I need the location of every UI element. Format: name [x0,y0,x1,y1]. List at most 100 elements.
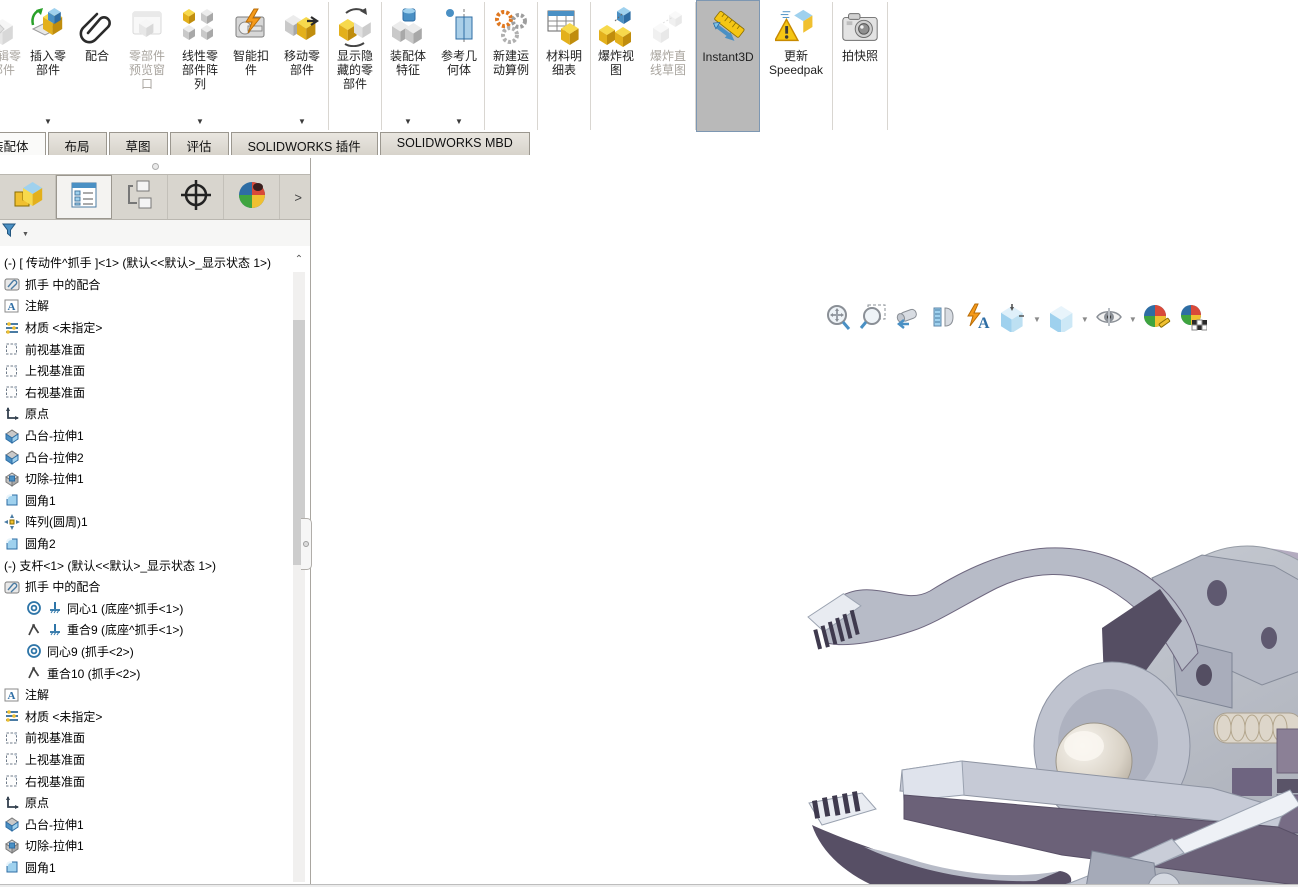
zoom-to-area-icon [858,302,888,337]
panel-splitter-handle[interactable] [301,518,312,570]
display-style-button[interactable] [1045,304,1077,334]
assembly-features-dropdown-caret[interactable]: ▼ [404,117,412,126]
reference-geometry-button[interactable]: 参考几 何体 ▼ [434,0,484,132]
assembly-features-button[interactable]: 装配体 特征 ▼ [382,0,434,132]
tree-row[interactable]: A 注解 [0,295,292,317]
linear-pattern-button[interactable]: 线性零 部件阵 列 ▼ [174,0,226,132]
insert-component-button[interactable]: 插入零 部件 ▼ [22,0,74,132]
section-view-button[interactable] [927,304,959,334]
hide-show-items-dropdown-caret[interactable]: ▼ [1129,315,1137,324]
move-component-button[interactable]: 移动零 部件 ▼ [276,0,328,132]
tree-item-label: 凸台-拉伸1 [25,817,84,832]
update-speedpak-button[interactable]: 更新 Speedpak [760,0,832,132]
linear-pattern-dropdown-caret[interactable]: ▼ [196,117,204,126]
scrollbar-track[interactable] [293,272,305,882]
boss-extrude-icon [3,816,21,833]
tree-row[interactable]: 凸台-拉伸1 [0,425,292,447]
exploded-view-icon [595,5,637,49]
tree-item-label: (-) [ 传动件^抓手 ]<1> (默认<<默认>_显示状态 1>) [4,256,272,271]
tree-row[interactable]: 凸台-拉伸2 [0,446,292,468]
tree-row[interactable]: 同心9 (抓手<2>) [0,641,292,663]
tree-row[interactable]: (-) 支杆<1> (默认<<默认>_显示状态 1>) [0,554,292,576]
tree-row[interactable]: 圆角1 [0,490,292,512]
snapshot-button[interactable]: 拍快照 [833,0,887,132]
tree-item-label: 上视基准面 [25,364,86,379]
tree-row[interactable]: 圆角2 [0,533,292,555]
tree-row[interactable]: 重合10 (抓手<2>) [0,662,292,684]
tree-row[interactable]: A 注解 [0,684,292,706]
scroll-up-icon[interactable]: ⌃ [292,254,306,270]
boss-extrude-icon [3,449,21,466]
tree-row[interactable]: 前视基准面 [0,338,292,360]
tree-row[interactable]: 凸台-拉伸1 [0,813,292,835]
reference-geometry-label: 参考几 何体 [440,49,477,77]
tree-row[interactable]: 抓手 中的配合 [0,576,292,598]
bom-button[interactable]: 材料明 细表 [538,0,590,132]
tree-row[interactable]: 上视基准面 [0,360,292,382]
tree-row[interactable]: 右视基准面 [0,382,292,404]
main-area: > ▼ (-) [ 传动件^抓手 ]<1> (默认<<默认>_显示状态 1>) 抓… [0,158,1298,887]
tree-row[interactable]: 右视基准面 [0,770,292,792]
command-tab-2[interactable]: 布局 [47,132,107,155]
reference-geometry-dropdown-caret[interactable]: ▼ [455,117,463,126]
annotation-visibility-button[interactable]: A [962,303,994,334]
show-hidden-button[interactable]: 显示隐 藏的零 部件 [329,0,381,132]
tree-row[interactable]: 阵列(圆周)1 [0,511,292,533]
tree-row[interactable]: 原点 [0,403,292,425]
view-orientation-button[interactable] [997,303,1029,334]
manager-tab-dimxpertmanager[interactable] [168,175,224,219]
tree-row[interactable]: 切除-拉伸1 [0,468,292,490]
tree-row[interactable]: 重合9 (底座^抓手<1>) [0,619,292,641]
gripper-assembly-model[interactable] [762,533,1298,887]
displaymanager-icon [235,178,269,217]
concentric-icon [25,643,43,659]
mate-button[interactable]: 配合 [74,0,120,132]
manager-tab-displaymanager[interactable] [224,175,280,219]
tree-item-label: 切除-拉伸1 [25,839,84,854]
tree-row[interactable]: 材质 <未指定> [0,317,292,339]
previous-view-button[interactable] [892,304,924,334]
filter-funnel-icon[interactable] [2,222,20,243]
manager-tab-configurationmanager[interactable] [112,175,168,219]
command-tab-4[interactable]: 评估 [169,132,229,155]
tree-row[interactable]: 圆角1 [0,857,292,879]
tree-row[interactable]: 上视基准面 [0,749,292,771]
explode-sketch-label: 爆炸直 线草图 [649,49,686,77]
move-component-dropdown-caret[interactable]: ▼ [298,117,306,126]
tree-row[interactable]: 切除-拉伸1 [0,835,292,857]
zoom-to-fit-button[interactable] [822,304,854,334]
move-component-label: 移动零 部件 [283,49,320,77]
insert-component-dropdown-caret[interactable]: ▼ [44,117,52,126]
tree-item-label: 右视基准面 [25,385,86,400]
coincident-icon [25,622,43,638]
edit-appearance-button[interactable] [1141,304,1173,334]
smart-fasteners-button[interactable]: 智能扣 件 [226,0,276,132]
tree-row[interactable]: 材质 <未指定> [0,705,292,727]
exploded-view-button[interactable]: 爆炸视 图 [591,0,641,132]
mates-folder-icon [3,579,21,595]
jaw-block[interactable] [1276,728,1298,774]
tree-row[interactable]: 抓手 中的配合 [0,274,292,296]
panel-top-grip[interactable] [0,158,310,174]
filter-dropdown-caret[interactable]: ▼ [22,231,29,238]
tree-item-label: 同心1 (底座^抓手<1>) [67,601,184,616]
command-tab-6[interactable]: SOLIDWORKS MBD [379,132,530,155]
display-style-dropdown-caret[interactable]: ▼ [1081,315,1089,324]
panel-expand-chevron[interactable]: > [280,175,310,219]
tree-row[interactable]: 前视基准面 [0,727,292,749]
command-tab-5[interactable]: SOLIDWORKS 插件 [230,132,378,155]
manager-tab-assembly-flyout[interactable] [0,175,56,219]
view-orientation-dropdown-caret[interactable]: ▼ [1033,315,1041,324]
command-tab-3[interactable]: 草图 [108,132,168,155]
manager-tab-featuremanager[interactable] [56,175,112,219]
tree-row[interactable]: (-) [ 传动件^抓手 ]<1> (默认<<默认>_显示状态 1>) [0,252,292,274]
graphics-area[interactable]: Y Z [312,158,1298,887]
zoom-to-area-button[interactable] [857,304,889,334]
instant3d-button[interactable]: Instant3D [696,0,760,132]
hide-show-items-button[interactable] [1093,304,1125,334]
motion-study-button[interactable]: 新建运 动算例 [485,0,537,132]
tree-row[interactable]: 原点 [0,792,292,814]
tree-row[interactable]: 同心1 (底座^抓手<1>) [0,598,292,620]
command-tab-1[interactable]: 装配体 [0,132,46,155]
apply-scene-button[interactable] [1176,304,1208,334]
